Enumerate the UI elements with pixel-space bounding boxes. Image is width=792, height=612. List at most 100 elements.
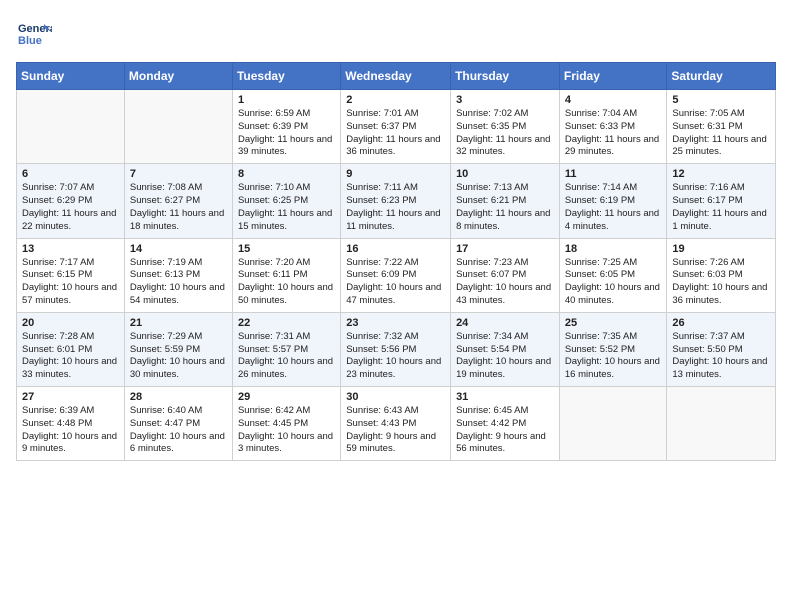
day-number: 28 [130, 391, 227, 403]
day-info: Sunrise: 7:11 AM Sunset: 6:23 PM Dayligh… [346, 182, 445, 233]
day-info: Sunrise: 7:37 AM Sunset: 5:50 PM Dayligh… [672, 331, 770, 382]
day-info: Sunrise: 7:35 AM Sunset: 5:52 PM Dayligh… [565, 331, 662, 382]
day-number: 4 [565, 94, 662, 106]
col-header-wednesday: Wednesday [341, 63, 451, 90]
day-number: 20 [22, 317, 119, 329]
day-info: Sunrise: 7:23 AM Sunset: 6:07 PM Dayligh… [456, 257, 554, 308]
day-number: 1 [238, 94, 335, 106]
calendar-cell: 8Sunrise: 7:10 AM Sunset: 6:25 PM Daylig… [232, 164, 340, 238]
day-number: 2 [346, 94, 445, 106]
day-info: Sunrise: 7:29 AM Sunset: 5:59 PM Dayligh… [130, 331, 227, 382]
day-info: Sunrise: 7:20 AM Sunset: 6:11 PM Dayligh… [238, 257, 335, 308]
day-number: 13 [22, 243, 119, 255]
calendar-cell: 23 Sunrise: 7:32 AM Sunset: 5:56 PM Dayli… [341, 312, 451, 386]
day-info: Sunrise: 7:07 AM Sunset: 6:29 PM Dayligh… [22, 182, 119, 233]
day-number: 11 [565, 168, 662, 180]
day-number: 26 [672, 317, 770, 329]
day-number: 25 [565, 317, 662, 329]
day-number: 10 [456, 168, 554, 180]
day-number: 17 [456, 243, 554, 255]
day-number: 18 [565, 243, 662, 255]
calendar-cell: 30 Sunrise: 6:43 AM Sunset: 4:43 PM Dayli… [341, 387, 451, 461]
calendar-cell [667, 387, 776, 461]
calendar-cell: 22 Sunrise: 7:31 AM Sunset: 5:57 PM Dayli… [232, 312, 340, 386]
calendar-cell: 15 Sunrise: 7:20 AM Sunset: 6:11 PM Dayli… [232, 238, 340, 312]
col-header-tuesday: Tuesday [232, 63, 340, 90]
day-number: 12 [672, 168, 770, 180]
day-info: Sunrise: 6:39 AM Sunset: 4:48 PM Dayligh… [22, 405, 119, 456]
calendar-cell: 12 Sunrise: 7:16 AM Sunset: 6:17 PM Dayli… [667, 164, 776, 238]
day-info: Sunrise: 7:13 AM Sunset: 6:21 PM Dayligh… [456, 182, 554, 233]
calendar-cell: 10 Sunrise: 7:13 AM Sunset: 6:21 PM Dayli… [451, 164, 560, 238]
calendar-cell [124, 90, 232, 164]
day-number: 15 [238, 243, 335, 255]
calendar-cell: 28 Sunrise: 6:40 AM Sunset: 4:47 PM Dayli… [124, 387, 232, 461]
day-number: 21 [130, 317, 227, 329]
calendar-cell: 29 Sunrise: 6:42 AM Sunset: 4:45 PM Dayli… [232, 387, 340, 461]
day-info: Sunrise: 7:17 AM Sunset: 6:15 PM Dayligh… [22, 257, 119, 308]
calendar-cell: 18 Sunrise: 7:25 AM Sunset: 6:05 PM Dayli… [559, 238, 667, 312]
calendar-cell: 25 Sunrise: 7:35 AM Sunset: 5:52 PM Dayli… [559, 312, 667, 386]
day-info: Sunrise: 7:31 AM Sunset: 5:57 PM Dayligh… [238, 331, 335, 382]
day-number: 6 [22, 168, 119, 180]
day-info: Sunrise: 6:45 AM Sunset: 4:42 PM Dayligh… [456, 405, 554, 456]
day-info: Sunrise: 7:02 AM Sunset: 6:35 PM Dayligh… [456, 108, 554, 159]
page-header: General Blue [16, 16, 776, 52]
day-info: Sunrise: 6:59 AM Sunset: 6:39 PM Dayligh… [238, 108, 335, 159]
day-number: 19 [672, 243, 770, 255]
calendar-cell [17, 90, 125, 164]
day-number: 22 [238, 317, 335, 329]
calendar-cell [559, 387, 667, 461]
day-number: 9 [346, 168, 445, 180]
logo-icon: General Blue [16, 16, 52, 52]
day-number: 5 [672, 94, 770, 106]
col-header-friday: Friday [559, 63, 667, 90]
day-number: 23 [346, 317, 445, 329]
calendar-cell: 5 Sunrise: 7:05 AM Sunset: 6:31 PM Daylig… [667, 90, 776, 164]
day-info: Sunrise: 7:25 AM Sunset: 6:05 PM Dayligh… [565, 257, 662, 308]
calendar-cell: 16Sunrise: 7:22 AM Sunset: 6:09 PM Dayli… [341, 238, 451, 312]
day-info: Sunrise: 7:32 AM Sunset: 5:56 PM Dayligh… [346, 331, 445, 382]
col-header-thursday: Thursday [451, 63, 560, 90]
day-info: Sunrise: 6:42 AM Sunset: 4:45 PM Dayligh… [238, 405, 335, 456]
calendar-cell: 1 Sunrise: 6:59 AM Sunset: 6:39 PM Daylig… [232, 90, 340, 164]
calendar-cell: 21 Sunrise: 7:29 AM Sunset: 5:59 PM Dayli… [124, 312, 232, 386]
calendar-cell: 19 Sunrise: 7:26 AM Sunset: 6:03 PM Dayli… [667, 238, 776, 312]
calendar-cell: 9 Sunrise: 7:11 AM Sunset: 6:23 PM Daylig… [341, 164, 451, 238]
day-number: 24 [456, 317, 554, 329]
day-info: Sunrise: 6:40 AM Sunset: 4:47 PM Dayligh… [130, 405, 227, 456]
day-info: Sunrise: 7:08 AM Sunset: 6:27 PM Dayligh… [130, 182, 227, 233]
calendar-cell: 3Sunrise: 7:02 AM Sunset: 6:35 PM Daylig… [451, 90, 560, 164]
calendar-cell: 27 Sunrise: 6:39 AM Sunset: 4:48 PM Dayli… [17, 387, 125, 461]
calendar-cell: 20 Sunrise: 7:28 AM Sunset: 6:01 PM Dayli… [17, 312, 125, 386]
calendar-cell: 7Sunrise: 7:08 AM Sunset: 6:27 PM Daylig… [124, 164, 232, 238]
calendar-cell: 14 Sunrise: 7:19 AM Sunset: 6:13 PM Dayli… [124, 238, 232, 312]
logo: General Blue [16, 16, 52, 52]
svg-text:Blue: Blue [18, 35, 42, 47]
calendar-cell: 4Sunrise: 7:04 AM Sunset: 6:33 PM Daylig… [559, 90, 667, 164]
day-info: Sunrise: 7:26 AM Sunset: 6:03 PM Dayligh… [672, 257, 770, 308]
calendar-cell: 24 Sunrise: 7:34 AM Sunset: 5:54 PM Dayli… [451, 312, 560, 386]
day-info: Sunrise: 6:43 AM Sunset: 4:43 PM Dayligh… [346, 405, 445, 456]
day-info: Sunrise: 7:22 AM Sunset: 6:09 PM Dayligh… [346, 257, 445, 308]
day-number: 27 [22, 391, 119, 403]
day-number: 8 [238, 168, 335, 180]
col-header-monday: Monday [124, 63, 232, 90]
day-info: Sunrise: 7:01 AM Sunset: 6:37 PM Dayligh… [346, 108, 445, 159]
day-info: Sunrise: 7:28 AM Sunset: 6:01 PM Dayligh… [22, 331, 119, 382]
calendar-cell: 2 Sunrise: 7:01 AM Sunset: 6:37 PM Daylig… [341, 90, 451, 164]
day-info: Sunrise: 7:19 AM Sunset: 6:13 PM Dayligh… [130, 257, 227, 308]
day-info: Sunrise: 7:34 AM Sunset: 5:54 PM Dayligh… [456, 331, 554, 382]
calendar-table: SundayMondayTuesdayWednesdayThursdayFrid… [16, 62, 776, 461]
col-header-sunday: Sunday [17, 63, 125, 90]
day-number: 30 [346, 391, 445, 403]
day-info: Sunrise: 7:16 AM Sunset: 6:17 PM Dayligh… [672, 182, 770, 233]
day-number: 14 [130, 243, 227, 255]
day-number: 29 [238, 391, 335, 403]
calendar-cell: 26 Sunrise: 7:37 AM Sunset: 5:50 PM Dayli… [667, 312, 776, 386]
col-header-saturday: Saturday [667, 63, 776, 90]
calendar-cell: 13 Sunrise: 7:17 AM Sunset: 6:15 PM Dayli… [17, 238, 125, 312]
day-info: Sunrise: 7:05 AM Sunset: 6:31 PM Dayligh… [672, 108, 770, 159]
day-info: Sunrise: 7:14 AM Sunset: 6:19 PM Dayligh… [565, 182, 662, 233]
calendar-cell: 17 Sunrise: 7:23 AM Sunset: 6:07 PM Dayli… [451, 238, 560, 312]
